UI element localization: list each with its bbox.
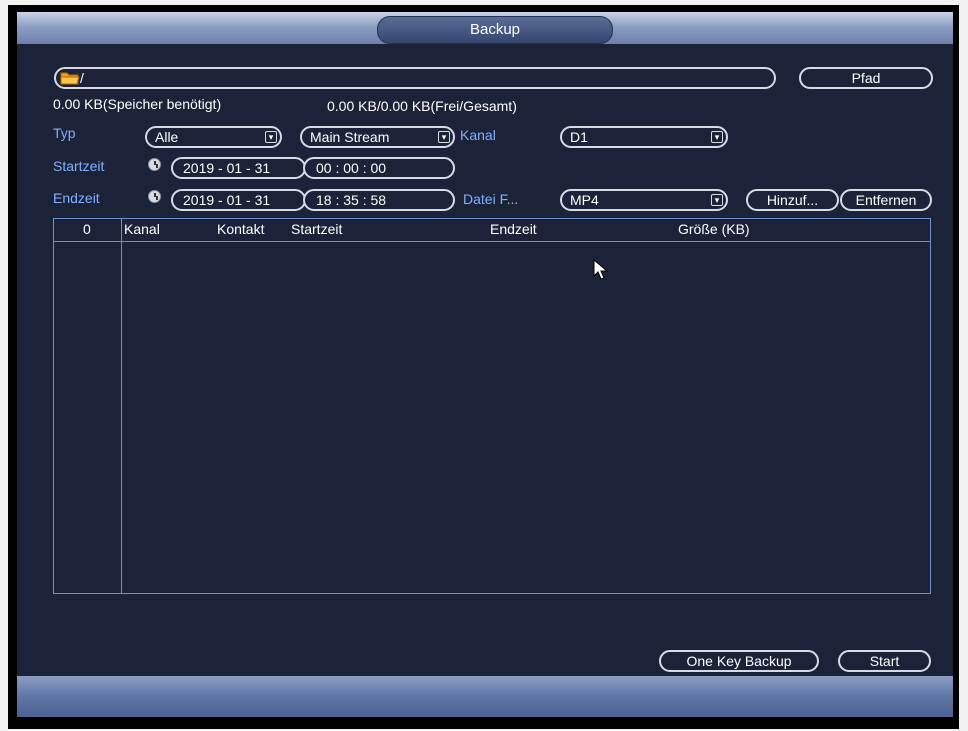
table-header: 0 Kanal Kontakt Startzeit Endzeit Größe … [54, 219, 930, 242]
chevron-down-icon: ▾ [711, 194, 723, 206]
stream-select[interactable]: Main Stream ▾ [300, 126, 455, 148]
storage-required: 0.00 KB(Speicher benötigt) [53, 96, 222, 112]
title-bar: Backup [17, 12, 953, 44]
folder-icon [60, 72, 80, 85]
window-title: Backup [377, 16, 613, 44]
end-date-field[interactable]: 2019 - 01 - 31 [171, 189, 306, 211]
file-format-label: Datei F... [463, 191, 519, 207]
start-date-value: 2019 - 01 - 31 [183, 160, 271, 176]
channel-label: Kanal [460, 127, 496, 143]
end-time-label: Endzeit [53, 190, 100, 206]
chevron-down-icon: ▾ [265, 131, 277, 143]
table-column-divider [121, 219, 122, 593]
start-date-field[interactable]: 2019 - 01 - 31 [171, 157, 306, 179]
one-key-backup-button[interactable]: One Key Backup [659, 650, 819, 672]
type-label: Typ [53, 125, 76, 141]
backup-file-table[interactable]: 0 Kanal Kontakt Startzeit Endzeit Größe … [53, 218, 931, 594]
storage-free-total: 0.00 KB/0.00 KB(Frei/Gesamt) [327, 98, 517, 114]
column-size[interactable]: Größe (KB) [678, 221, 750, 237]
chevron-down-icon: ▾ [438, 131, 450, 143]
start-time-field[interactable]: 00 : 00 : 00 [303, 157, 455, 179]
stream-select-value: Main Stream [310, 129, 390, 145]
end-time-field[interactable]: 18 : 35 : 58 [303, 189, 455, 211]
bottom-bar [17, 676, 953, 717]
column-startzeit[interactable]: Startzeit [291, 221, 342, 237]
end-date-value: 2019 - 01 - 31 [183, 192, 271, 208]
path-value: / [80, 70, 84, 86]
backup-window: Backup / Pfad 0.00 KB(Speicher benötigt)… [17, 12, 953, 717]
file-format-value: MP4 [570, 192, 599, 208]
type-select-value: Alle [155, 129, 179, 145]
start-time-value: 00 : 00 : 00 [316, 160, 387, 176]
channel-select-value: D1 [570, 129, 588, 145]
type-select[interactable]: Alle ▾ [145, 126, 282, 148]
remove-button[interactable]: Entfernen [840, 189, 932, 211]
clock-icon [148, 158, 161, 171]
path-button[interactable]: Pfad [799, 67, 933, 89]
path-field[interactable]: / [54, 67, 776, 89]
clock-icon [148, 190, 161, 203]
file-format-select[interactable]: MP4 ▾ [560, 189, 728, 211]
start-time-label: Startzeit [53, 158, 105, 174]
chevron-down-icon: ▾ [711, 131, 723, 143]
channel-select[interactable]: D1 ▾ [560, 126, 728, 148]
add-button[interactable]: Hinzuf... [746, 189, 839, 211]
column-kontakt[interactable]: Kontakt [217, 221, 264, 237]
column-count: 0 [83, 221, 91, 237]
end-time-value: 18 : 35 : 58 [316, 192, 387, 208]
start-button[interactable]: Start [838, 650, 931, 672]
mouse-pointer-icon [593, 259, 609, 280]
column-endzeit[interactable]: Endzeit [490, 221, 537, 237]
column-kanal[interactable]: Kanal [124, 221, 160, 237]
